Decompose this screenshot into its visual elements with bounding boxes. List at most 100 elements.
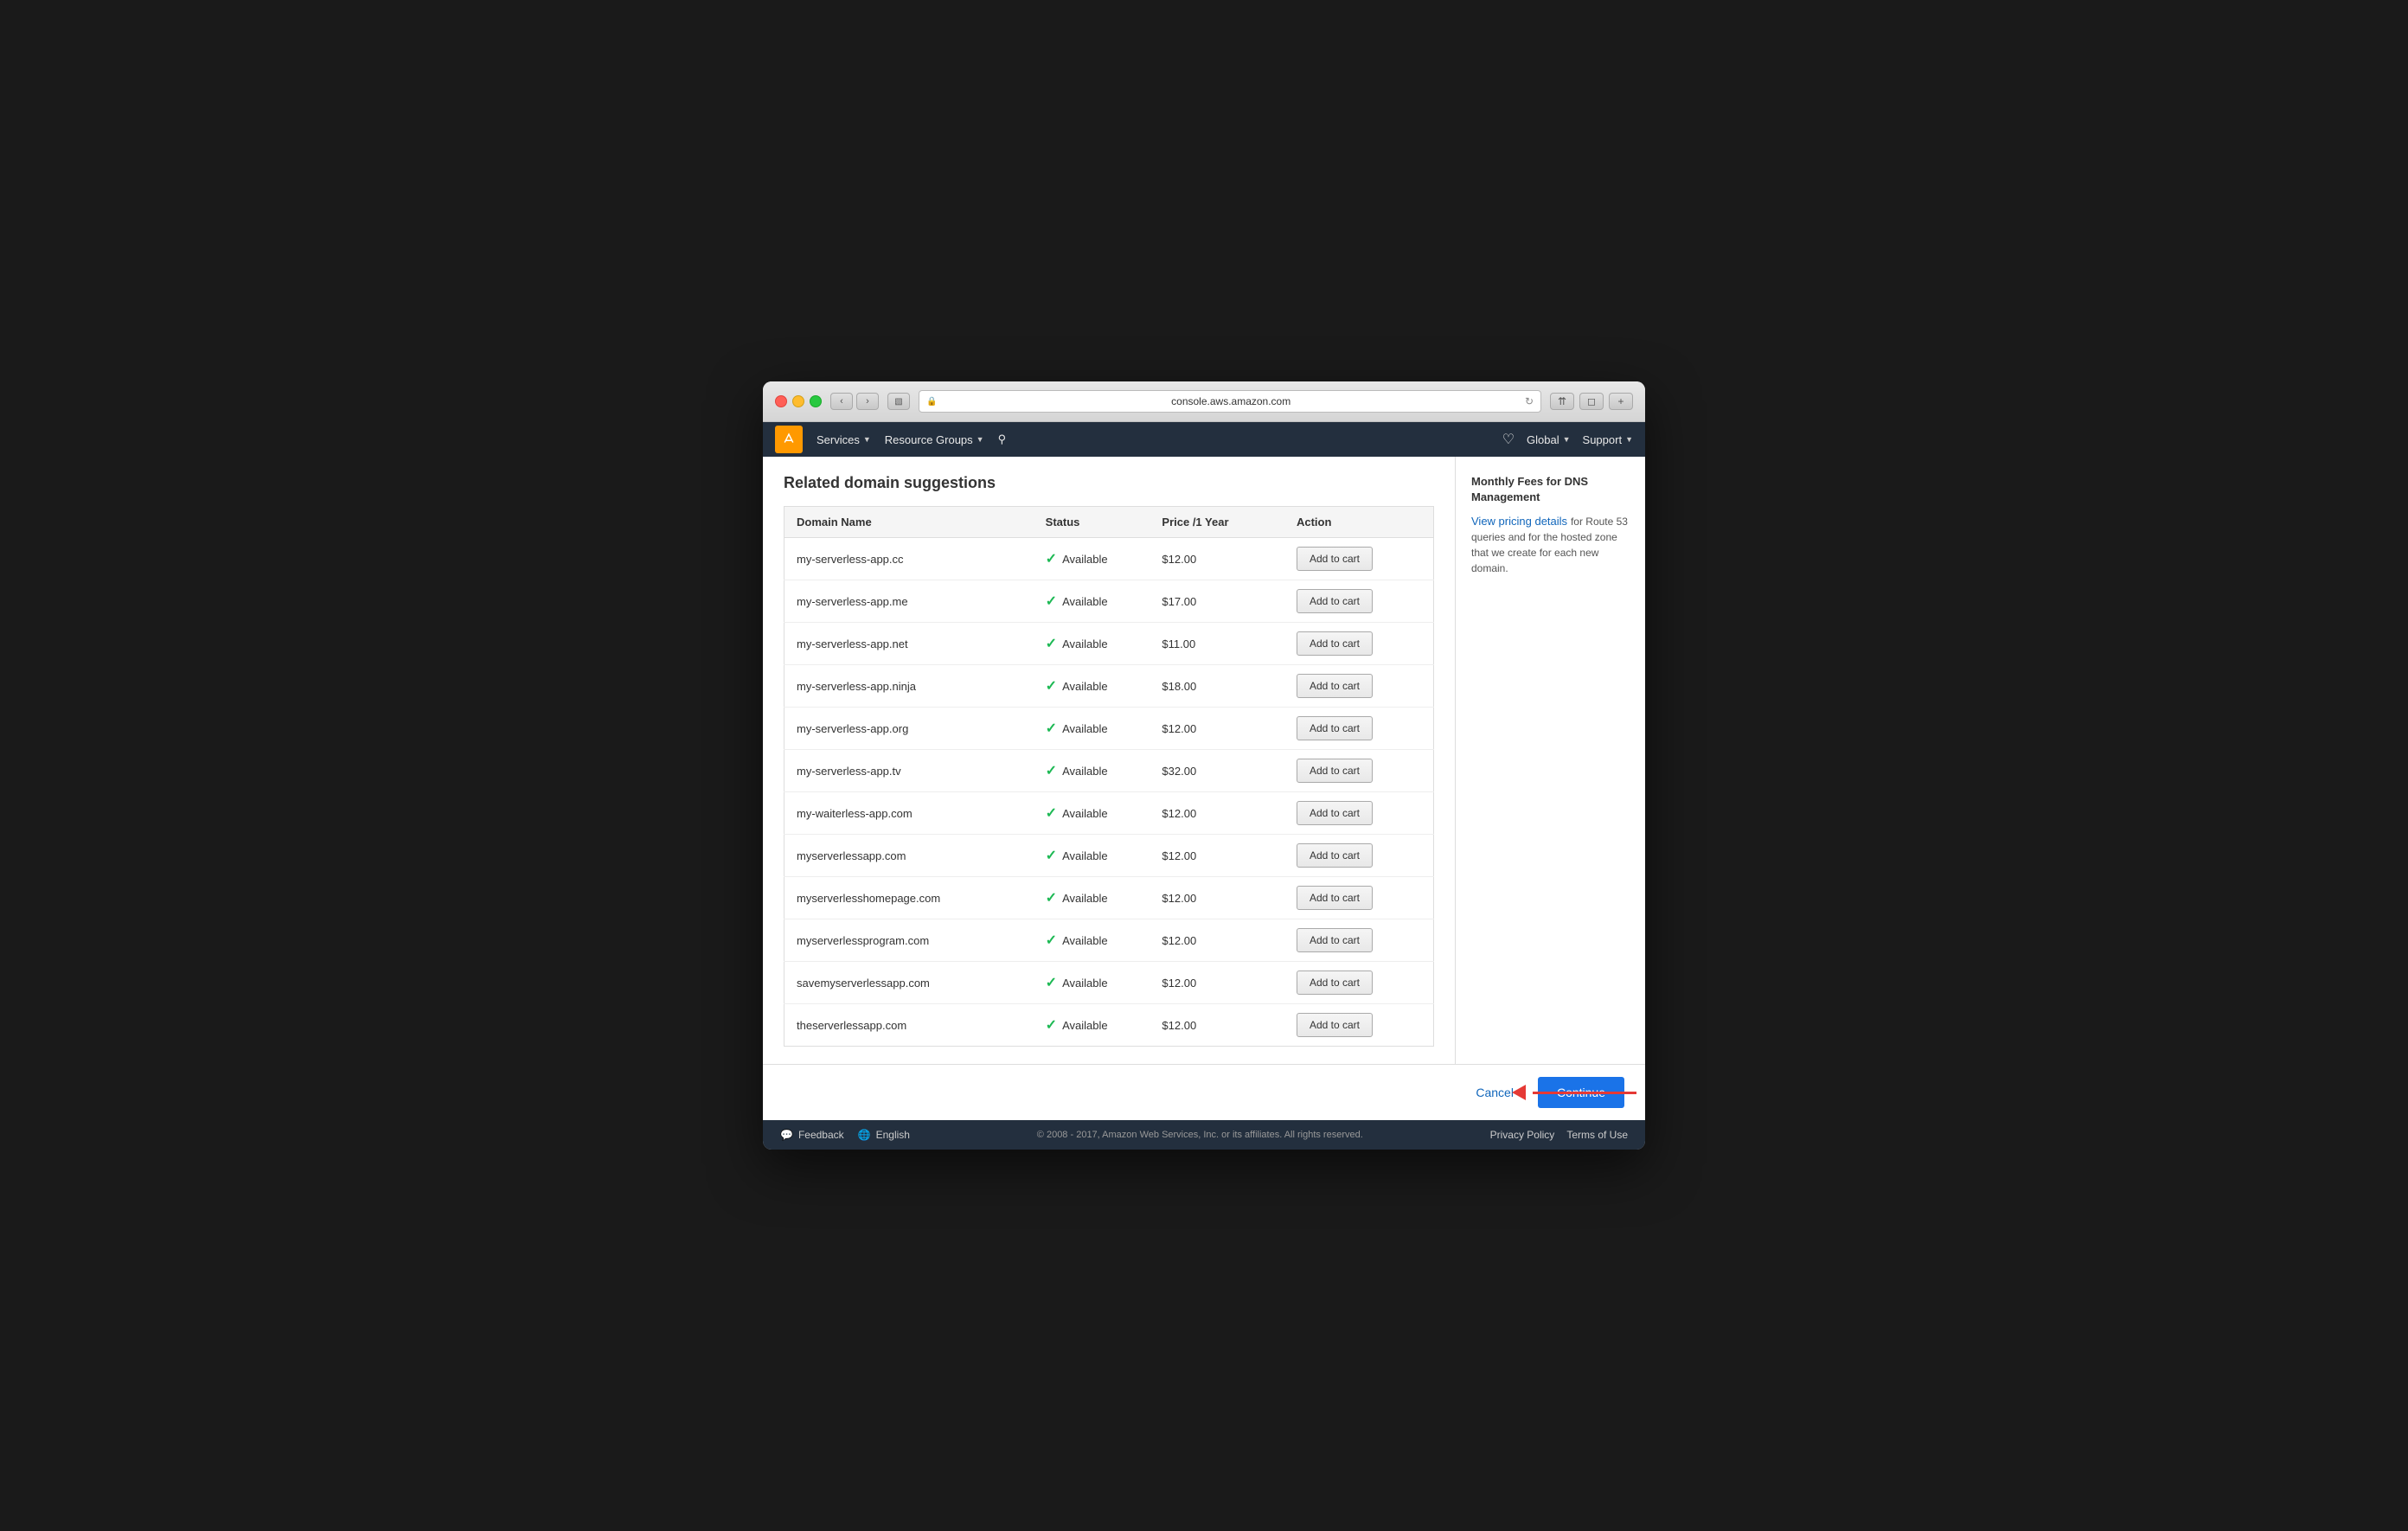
action-cell: Add to cart (1284, 708, 1434, 750)
domain-name-cell: myserverlessapp.com (785, 835, 1034, 877)
status-cell: Available (1057, 665, 1150, 708)
terms-of-use-link[interactable]: Terms of Use (1566, 1129, 1628, 1141)
available-check-icon: ✓ (1046, 764, 1057, 778)
status-cell: Available (1057, 538, 1150, 580)
domain-name-cell: myserverlesshomepage.com (785, 877, 1034, 919)
table-row: savemyserverlessapp.com✓Available$12.00A… (785, 962, 1434, 1004)
main-content: Related domain suggestions Domain Name S… (763, 457, 1645, 1064)
forward-button[interactable]: › (856, 393, 879, 410)
domain-name-cell: my-serverless-app.ninja (785, 665, 1034, 708)
add-to-cart-button[interactable]: Add to cart (1297, 674, 1373, 698)
support-menu[interactable]: Support ▼ (1583, 428, 1633, 452)
add-to-cart-button[interactable]: Add to cart (1297, 589, 1373, 613)
check-cell: ✓ (1034, 623, 1057, 665)
add-to-cart-button[interactable]: Add to cart (1297, 928, 1373, 952)
footer-copyright: © 2008 - 2017, Amazon Web Services, Inc.… (927, 1130, 1473, 1140)
add-to-cart-button[interactable]: Add to cart (1297, 886, 1373, 910)
bookmark-icon[interactable]: ⚲ (998, 427, 1007, 452)
check-cell: ✓ (1034, 835, 1057, 877)
available-check-icon: ✓ (1046, 933, 1057, 948)
price-cell: $12.00 (1150, 1004, 1284, 1047)
nav-buttons: ‹ › (830, 393, 879, 410)
action-cell: Add to cart (1284, 580, 1434, 623)
table-row: my-serverless-app.org✓Available$12.00Add… (785, 708, 1434, 750)
lock-icon: 🔒 (926, 397, 937, 407)
add-to-cart-button[interactable]: Add to cart (1297, 970, 1373, 995)
aws-logo-icon (778, 429, 799, 450)
new-tab-button[interactable]: ◻ (1579, 393, 1604, 410)
table-row: my-serverless-app.tv✓Available$32.00Add … (785, 750, 1434, 792)
table-row: my-serverless-app.me✓Available$17.00Add … (785, 580, 1434, 623)
price-cell: $11.00 (1150, 623, 1284, 665)
price-cell: $12.00 (1150, 962, 1284, 1004)
status-cell: Available (1057, 919, 1150, 962)
table-body: my-serverless-app.cc✓Available$12.00Add … (785, 538, 1434, 1047)
table-row: my-waiterless-app.com✓Available$12.00Add… (785, 792, 1434, 835)
add-to-cart-button[interactable]: Add to cart (1297, 801, 1373, 825)
add-to-cart-button[interactable]: Add to cart (1297, 631, 1373, 656)
add-to-cart-button[interactable]: Add to cart (1297, 843, 1373, 868)
price-cell: $32.00 (1150, 750, 1284, 792)
price-cell: $12.00 (1150, 877, 1284, 919)
footer-left: 💬 Feedback 🌐 English (780, 1129, 910, 1141)
tab-view-button[interactable]: ▧ (887, 393, 910, 410)
available-check-icon: ✓ (1046, 891, 1057, 906)
add-to-cart-button[interactable]: Add to cart (1297, 547, 1373, 571)
add-to-cart-button[interactable]: Add to cart (1297, 1013, 1373, 1037)
feedback-icon: 💬 (780, 1129, 793, 1141)
sidebar-title: Monthly Fees for DNS Management (1471, 474, 1630, 505)
price-cell: $12.00 (1150, 538, 1284, 580)
close-button[interactable] (775, 395, 787, 407)
action-cell: Add to cart (1284, 919, 1434, 962)
price-cell: $17.00 (1150, 580, 1284, 623)
domain-name-cell: my-serverless-app.me (785, 580, 1034, 623)
content-area: Related domain suggestions Domain Name S… (763, 457, 1455, 1064)
traffic-lights (775, 395, 822, 407)
notifications-icon[interactable]: ♡ (1502, 431, 1515, 448)
maximize-button[interactable] (810, 395, 822, 407)
privacy-policy-link[interactable]: Privacy Policy (1490, 1129, 1555, 1141)
global-label: Global (1527, 433, 1559, 446)
action-cell: Add to cart (1284, 665, 1434, 708)
action-cell: Add to cart (1284, 1004, 1434, 1047)
domain-name-cell: my-serverless-app.tv (785, 750, 1034, 792)
add-to-cart-button[interactable]: Add to cart (1297, 716, 1373, 740)
footer: 💬 Feedback 🌐 English © 2008 - 2017, Amaz… (763, 1120, 1645, 1150)
feedback-button[interactable]: 💬 Feedback (780, 1129, 844, 1141)
table-row: theserverlessapp.com✓Available$12.00Add … (785, 1004, 1434, 1047)
nav-right: ♡ Global ▼ Support ▼ (1502, 428, 1633, 452)
status-cell: Available (1057, 1004, 1150, 1047)
table-row: my-serverless-app.net✓Available$11.00Add… (785, 623, 1434, 665)
footer-right: Privacy Policy Terms of Use (1490, 1129, 1628, 1141)
status-cell: Available (1057, 792, 1150, 835)
status-cell: Available (1057, 708, 1150, 750)
share-button[interactable]: ⇈ (1550, 393, 1574, 410)
col-action: Action (1284, 507, 1434, 538)
resource-groups-menu[interactable]: Resource Groups ▼ (885, 428, 984, 452)
back-button[interactable]: ‹ (830, 393, 853, 410)
aws-logo (775, 426, 803, 453)
services-menu[interactable]: Services ▼ (817, 428, 871, 452)
reload-button[interactable]: ↻ (1525, 395, 1534, 407)
pricing-details-link[interactable]: View pricing details (1471, 515, 1567, 528)
add-bookmark-button[interactable]: + (1609, 393, 1633, 410)
col-status: Status (1034, 507, 1150, 538)
check-cell: ✓ (1034, 1004, 1057, 1047)
resource-groups-label: Resource Groups (885, 433, 973, 446)
language-label: English (876, 1129, 910, 1141)
price-cell: $12.00 (1150, 792, 1284, 835)
status-cell: Available (1057, 623, 1150, 665)
domain-name-cell: my-waiterless-app.com (785, 792, 1034, 835)
global-menu[interactable]: Global ▼ (1527, 428, 1571, 452)
minimize-button[interactable] (792, 395, 804, 407)
domain-table: Domain Name Status Price /1 Year Action … (784, 506, 1434, 1047)
col-price: Price /1 Year (1150, 507, 1284, 538)
domain-name-cell: myserverlessprogram.com (785, 919, 1034, 962)
table-row: myserverlessprogram.com✓Available$12.00A… (785, 919, 1434, 962)
add-to-cart-button[interactable]: Add to cart (1297, 759, 1373, 783)
action-cell: Add to cart (1284, 962, 1434, 1004)
available-check-icon: ✓ (1046, 552, 1057, 567)
check-cell: ✓ (1034, 580, 1057, 623)
url-bar[interactable]: 🔒 console.aws.amazon.com ↻ (919, 390, 1541, 413)
language-selector[interactable]: 🌐 English (858, 1129, 910, 1141)
